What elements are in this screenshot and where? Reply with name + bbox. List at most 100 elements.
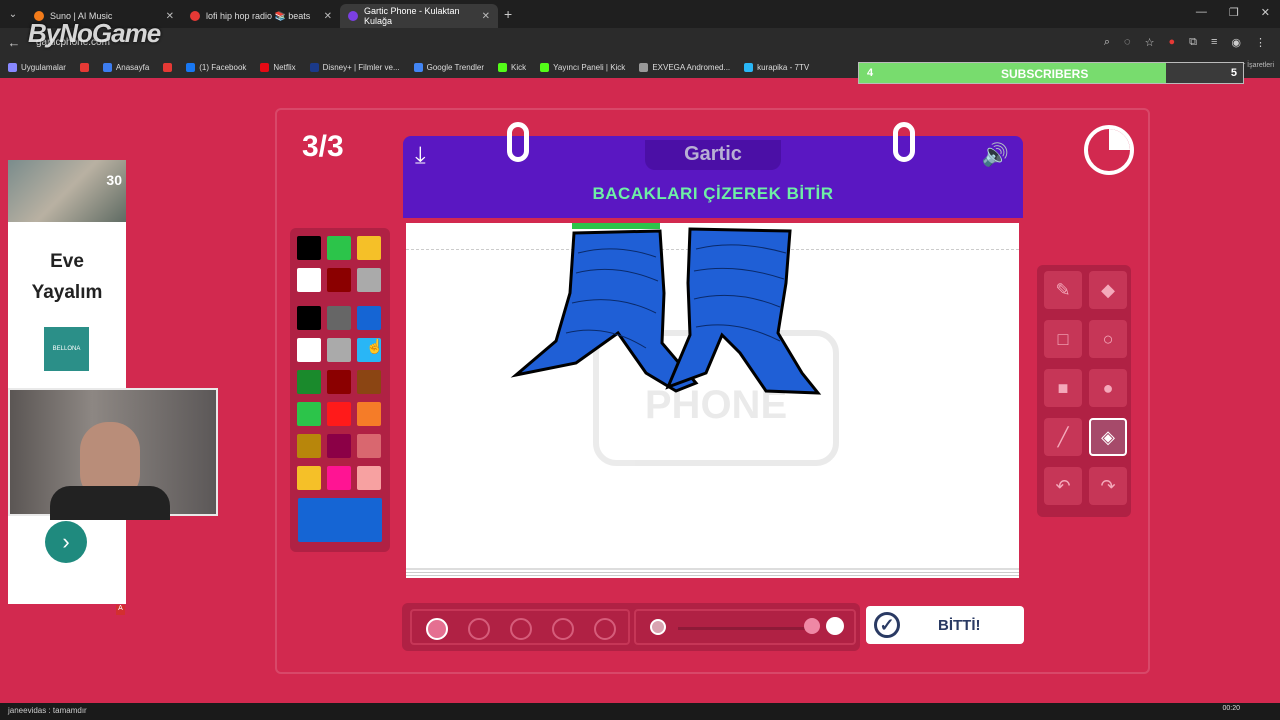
color-swatch[interactable] [327, 306, 351, 330]
close-tab-icon[interactable]: ✕ [482, 11, 490, 22]
fill-bucket-icon[interactable]: ◈ [1089, 418, 1127, 456]
color-swatch[interactable] [297, 268, 321, 292]
eraser-icon[interactable]: ◆ [1089, 271, 1127, 309]
close-window-icon[interactable]: ✕ [1261, 6, 1270, 19]
color-swatch[interactable] [297, 338, 321, 362]
tab-label: Gartic Phone - Kulaktan Kulağa [364, 6, 460, 26]
zoom-icon[interactable]: ⌕ [1104, 36, 1110, 49]
drawing-svg: PHONE [510, 223, 839, 466]
tab-gartic[interactable]: Gartic Phone - Kulaktan Kulağa ✕ [340, 4, 498, 28]
bookmark-google-trends[interactable]: Google Trendler [413, 62, 484, 72]
done-button[interactable]: ✓ BİTTİ! [866, 606, 1024, 644]
color-swatch[interactable] [297, 402, 321, 426]
ad-brand-logo[interactable]: BELLONA [44, 327, 89, 371]
browser-tab-bar: ⌄ Suno | AI Music ✕ lofi hip hop radio 📚… [0, 0, 1280, 28]
left-leg-drawing [510, 229, 699, 393]
color-swatch[interactable] [357, 306, 381, 330]
color-swatch[interactable] [297, 236, 321, 260]
square-fill-icon[interactable]: ■ [1044, 369, 1082, 407]
color-swatch[interactable] [297, 370, 321, 394]
profile-avatar-icon[interactable]: ◉ [1231, 36, 1241, 49]
bookmark-exvega[interactable]: EXVEGA Andromed... [639, 62, 730, 72]
reading-list-icon[interactable]: ≡ [1211, 36, 1217, 49]
color-swatch[interactable] [327, 434, 351, 458]
webcam-overlay [8, 388, 218, 520]
extensions-puzzle-icon[interactable]: ⧉ [1189, 36, 1197, 49]
bookmark-netflix[interactable]: Netflix [260, 62, 296, 72]
pencil-icon[interactable]: ✎ [1044, 271, 1082, 309]
opacity-slider[interactable] [634, 609, 856, 645]
address-bar-row: ← garticphone.com ⌕ ◌ ☆ ● ⧉ ≡ ◉ ⋮ [0, 28, 1280, 56]
redo-icon[interactable]: ↷ [1089, 467, 1127, 505]
color-swatch[interactable] [357, 370, 381, 394]
eye-off-icon[interactable]: ◌ [1124, 36, 1131, 49]
bookmark-apps[interactable]: Uygulamalar [8, 62, 66, 72]
brush-options-bar [402, 603, 860, 651]
color-swatch[interactable] [327, 466, 351, 490]
download-icon[interactable]: ⤓ [415, 142, 426, 170]
bookmark-anasayfa[interactable]: Anasayfa [102, 62, 149, 72]
line-icon[interactable]: ╱ [1044, 418, 1082, 456]
color-swatch[interactable] [357, 402, 381, 426]
paper-stack [406, 568, 1019, 578]
color-swatch[interactable] [297, 306, 321, 330]
color-swatch[interactable] [327, 370, 351, 394]
opacity-knob[interactable] [804, 618, 820, 634]
new-tab-icon[interactable]: + [504, 6, 512, 22]
right-leg-drawing [665, 227, 822, 395]
color-swatch[interactable] [357, 466, 381, 490]
brush-size-option[interactable] [426, 618, 448, 640]
color-swatch[interactable] [327, 236, 351, 260]
bookmark-facebook[interactable]: (1) Facebook [186, 62, 246, 72]
brush-size-option[interactable] [510, 618, 532, 640]
color-swatch[interactable] [297, 434, 321, 458]
gartic-favicon-icon [348, 11, 358, 21]
close-tab-icon[interactable]: ✕ [166, 11, 174, 22]
selected-color-swatch [298, 498, 382, 542]
star-icon[interactable]: ☆ [1145, 36, 1155, 49]
back-icon[interactable]: ← [0, 35, 28, 50]
undo-icon[interactable]: ↶ [1044, 467, 1082, 505]
circle-fill-icon[interactable]: ● [1089, 369, 1127, 407]
toolbar-icons: ⌕ ◌ ☆ ● ⧉ ≡ ◉ ⋮ [1104, 36, 1266, 49]
square-outline-icon[interactable]: □ [1044, 320, 1082, 358]
bookmark-disney[interactable]: Disney+ | Filmler ve... [309, 62, 400, 72]
tab-lofi[interactable]: lofi hip hop radio 📚 beats ✕ [182, 4, 340, 28]
color-swatch[interactable] [357, 268, 381, 292]
color-swatch[interactable] [297, 466, 321, 490]
advertisement[interactable]: 30 Eve Yayalım BELLONA › [8, 160, 126, 604]
tab-search-icon[interactable]: ⌄ [0, 9, 26, 20]
close-tab-icon[interactable]: ✕ [324, 11, 332, 22]
bookmark-kick-panel[interactable]: Yayıncı Paneli | Kick [540, 62, 625, 72]
ad-title-line: Eve [50, 251, 84, 272]
exvega-icon [639, 62, 649, 72]
maximize-icon[interactable]: ❐ [1229, 6, 1239, 19]
volume-icon[interactable]: 🔊 [982, 142, 1009, 168]
extension-icon[interactable]: ● [1168, 36, 1175, 49]
ad-number: 30 [106, 172, 122, 188]
bookmark-kick[interactable]: Kick [498, 62, 526, 72]
bookmark-youtube-2[interactable] [163, 62, 173, 72]
minimize-icon[interactable]: — [1196, 6, 1207, 19]
bookmark-youtube[interactable] [79, 62, 89, 72]
brush-size-option[interactable] [552, 618, 574, 640]
color-swatch[interactable] [327, 338, 351, 362]
color-swatch[interactable] [357, 236, 381, 260]
brush-size-option[interactable] [594, 618, 616, 640]
color-swatch[interactable] [327, 268, 351, 292]
apps-grid-icon [8, 62, 17, 72]
ad-image[interactable]: 30 [8, 160, 126, 222]
color-swatch[interactable] [357, 434, 381, 458]
bookmark-7tv[interactable]: kurapika - 7TV [744, 62, 809, 72]
ad-choices-icon[interactable]: A [116, 605, 125, 615]
drawing-canvas[interactable]: PHONE [406, 223, 1019, 571]
opacity-track[interactable] [678, 627, 808, 630]
window-controls: — ❐ ✕ [1196, 6, 1270, 19]
menu-icon[interactable]: ⋮ [1255, 36, 1266, 49]
circle-outline-icon[interactable]: ○ [1089, 320, 1127, 358]
chevron-right-icon[interactable]: › [45, 521, 87, 563]
color-swatch[interactable] [327, 402, 351, 426]
facebook-icon [186, 62, 196, 72]
brush-size-option[interactable] [468, 618, 490, 640]
binder-ring [893, 122, 915, 162]
